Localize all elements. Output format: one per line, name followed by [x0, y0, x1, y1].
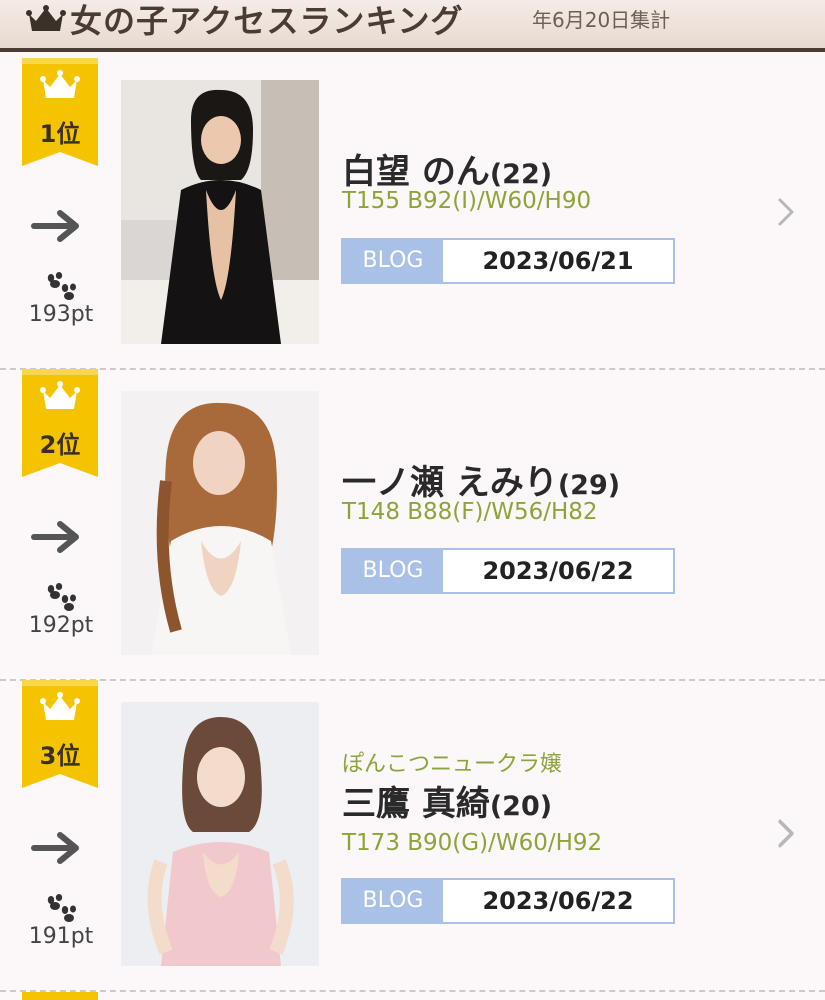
ranking-header: 女の子アクセスランキング 年6月20日集計 [0, 0, 825, 52]
blog-link[interactable]: BLOG 2023/06/21 [341, 238, 675, 284]
page-title: 女の子アクセスランキング [70, 2, 464, 40]
aggregation-date: 年6月20日集計 [532, 8, 671, 32]
blog-date: 2023/06/22 [482, 557, 634, 585]
blog-link[interactable]: BLOG 2023/06/22 [341, 878, 675, 924]
chevron-right-icon[interactable] [774, 194, 798, 230]
girl-name-line[interactable]: 一ノ瀬 えみり(29) [342, 455, 620, 504]
paw-icon [44, 272, 76, 302]
profile-photo[interactable] [121, 391, 319, 655]
rank-label: 1位 [39, 120, 81, 148]
arrow-right-icon [31, 832, 79, 864]
rank-badge [22, 369, 98, 477]
next-rank-badge [22, 992, 98, 1000]
profile-photo-image [121, 80, 319, 344]
arrow-right-icon [31, 521, 79, 553]
blog-date: 2023/06/21 [482, 247, 634, 275]
blog-label: BLOG [343, 550, 443, 592]
tagline: ぽんこつニュークラ嬢 [342, 752, 563, 777]
body-stats: T173 B90(G)/W60/H92 [342, 830, 603, 856]
points-value: 192pt [28, 613, 94, 638]
girl-name: 一ノ瀬 えみり [342, 463, 558, 503]
points-value: 191pt [28, 924, 94, 949]
profile-photo-image [121, 391, 319, 655]
entry-divider [0, 990, 825, 992]
paw-icon [44, 583, 76, 613]
girl-age: (20) [489, 791, 553, 822]
blog-link[interactable]: BLOG 2023/06/22 [341, 548, 675, 594]
girl-age: (22) [489, 159, 553, 190]
girl-name-line[interactable]: 白望 のん(22) [342, 144, 552, 193]
blog-label: BLOG [343, 240, 443, 282]
blog-date: 2023/06/22 [482, 887, 634, 915]
paw-icon [44, 894, 76, 924]
profile-photo[interactable] [121, 80, 319, 344]
rank-badge [22, 58, 98, 166]
rank-badge [22, 680, 98, 788]
ranking-entry[interactable]: 2位 192pt 一ノ瀬 えみり(29) T148 B88(F)/W56/H82 BLO… [0, 369, 825, 847]
blog-label: BLOG [343, 880, 443, 922]
girl-age: (29) [557, 470, 621, 501]
girl-name: 白望 のん [342, 152, 490, 192]
girl-name-line[interactable]: 三鷹 真綺(20) [342, 776, 552, 825]
points-value: 193pt [28, 302, 94, 327]
rank-label: 3位 [39, 742, 81, 770]
girl-name: 三鷹 真綺 [342, 784, 490, 824]
profile-photo-image [121, 702, 319, 966]
body-stats: T148 B88(F)/W56/H82 [342, 499, 598, 525]
crown-icon [26, 4, 66, 34]
arrow-right-icon [31, 210, 79, 242]
rank-label: 2位 [39, 431, 81, 459]
body-stats: T155 B92(I)/W60/H90 [342, 188, 592, 214]
ranking-entry[interactable]: 1位 193pt 白望 のん(22) T155 B92(I)/W60/H90 BLOG 2… [0, 58, 825, 368]
ranking-entry[interactable]: 3位 191pt ぽんこつニュークラ嬢 三鷹 真綺(20) T173 B90(G)/W6… [0, 680, 825, 990]
profile-photo[interactable] [121, 702, 319, 966]
chevron-right-icon[interactable] [774, 816, 798, 852]
